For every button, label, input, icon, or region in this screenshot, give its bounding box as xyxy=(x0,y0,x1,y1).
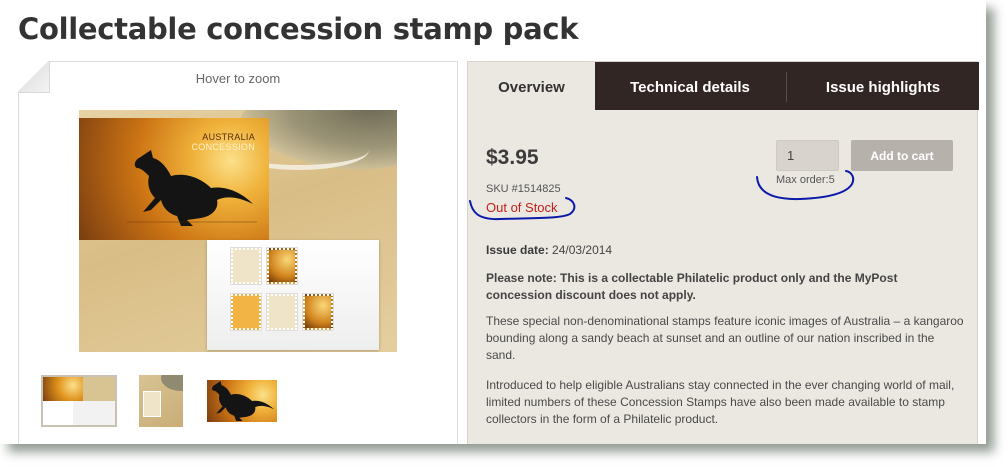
product-page: Collectable concession stamp pack Hover … xyxy=(0,0,986,444)
thumbnail-postcard-graphic xyxy=(43,377,83,401)
stamp-outline-thumbnail xyxy=(267,294,297,330)
hover-to-zoom-hint: Hover to zoom xyxy=(195,71,281,86)
thumbnail-sheet-graphic xyxy=(73,401,115,425)
tab-bar: Overview Technical details Issue highlig… xyxy=(468,62,979,110)
tab-overview[interactable]: Overview xyxy=(468,62,595,110)
stamp-kangaroo-thumbnail xyxy=(267,248,297,284)
postcard-image: AUSTRALIA CONCESSION xyxy=(79,118,269,240)
main-product-image[interactable]: AUSTRALIA CONCESSION xyxy=(79,110,397,352)
tab-issue-highlights[interactable]: Issue highlights xyxy=(787,62,979,110)
thumbnail-kangaroo-icon xyxy=(211,381,275,421)
thumbnail-1[interactable] xyxy=(41,375,117,427)
thumbnail-sand-graphic xyxy=(83,377,115,401)
product-sku: SKU #1514825 xyxy=(486,183,561,195)
stock-status: Out of Stock xyxy=(486,200,558,215)
stamp-outline-thumbnail xyxy=(231,248,261,284)
page-title: Collectable concession stamp pack xyxy=(18,12,579,46)
max-order-text: Max order:5 xyxy=(776,174,835,186)
thumbnail-2[interactable] xyxy=(139,375,183,427)
thumbnail-3[interactable] xyxy=(207,380,277,422)
stamp-thumbnail xyxy=(231,294,261,330)
add-to-cart-button[interactable]: Add to cart xyxy=(851,140,953,171)
stamp-sheet-image xyxy=(207,240,379,350)
issue-date-value: 24/03/2014 xyxy=(552,243,613,257)
postcard-country: AUSTRALIA xyxy=(202,132,255,142)
kangaroo-silhouette-icon xyxy=(127,150,257,226)
quantity-input[interactable] xyxy=(776,140,839,171)
description-paragraph-1: These special non-denominational stamps … xyxy=(486,314,964,362)
image-gallery: Hover to zoom AUSTRALIA CONCESSION xyxy=(18,61,458,444)
description-paragraph-2: Introduced to help eligible Australians … xyxy=(486,378,955,426)
issue-date-label: Issue date: xyxy=(486,243,549,257)
product-price: $3.95 xyxy=(486,146,539,169)
tab-technical-details[interactable]: Technical details xyxy=(595,62,785,110)
philatelic-note: Please note: This is a collectable Phila… xyxy=(486,271,898,302)
thumbnail-wave-graphic xyxy=(161,375,183,391)
issue-date: Issue date: 24/03/2014 xyxy=(486,243,612,257)
stamp-kangaroo-thumbnail xyxy=(303,294,333,330)
product-details-panel: Overview Technical details Issue highlig… xyxy=(467,61,979,444)
thumbnail-stamp-graphic xyxy=(143,391,161,417)
